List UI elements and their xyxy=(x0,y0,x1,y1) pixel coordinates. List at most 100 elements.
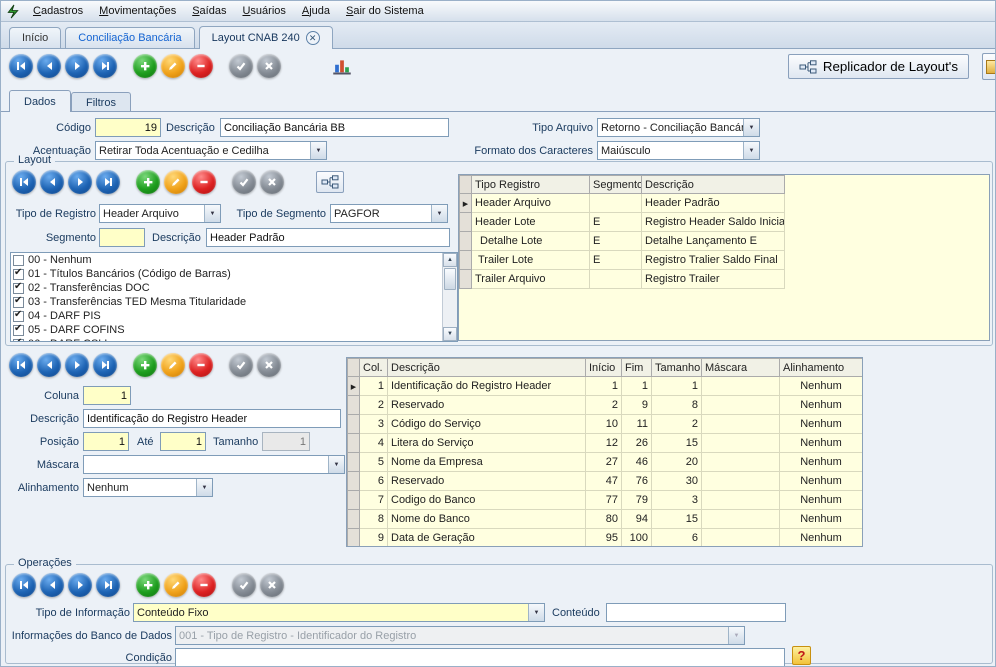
replicador-layouts-button[interactable]: Replicador de Layout's xyxy=(788,54,969,79)
formato-dropdown-icon[interactable] xyxy=(743,142,759,159)
alinhamento-dropdown-icon[interactable] xyxy=(196,479,212,496)
table-row[interactable]: Trailer LoteERegistro Tralier Saldo Fina… xyxy=(460,251,785,270)
main-edit-button[interactable] xyxy=(161,54,185,78)
checkbox[interactable] xyxy=(13,269,24,280)
codigo-input[interactable] xyxy=(95,118,161,137)
columns-edit-button[interactable] xyxy=(161,353,185,377)
tipo-arquivo-combo[interactable]: Retorno - Conciliação Bancária xyxy=(597,118,760,137)
checkbox[interactable] xyxy=(13,339,24,343)
mascara-dropdown-icon[interactable] xyxy=(328,456,344,473)
tipo-segmento-combo[interactable]: PAGFOR xyxy=(330,204,448,223)
layout-edit-button[interactable] xyxy=(164,170,188,194)
checkbox[interactable] xyxy=(13,297,24,308)
partial-button[interactable] xyxy=(982,53,995,80)
menu-ajuda[interactable]: Ajuda xyxy=(294,3,338,19)
table-row[interactable]: 2Reservado298Nenhum xyxy=(348,396,863,415)
tab-conciliacao-bancaria[interactable]: Conciliação Bancária xyxy=(65,27,194,48)
column-header[interactable]: Fim xyxy=(622,359,652,377)
help-button[interactable]: ? xyxy=(792,646,811,665)
tipo-informacao-dropdown-icon[interactable] xyxy=(528,604,544,621)
formato-caracteres-combo[interactable]: Maiúsculo xyxy=(597,141,760,160)
menu-cadastros[interactable]: Cadastros xyxy=(25,3,91,19)
scroll-up-icon[interactable] xyxy=(443,253,457,267)
operacoes-edit-button[interactable] xyxy=(164,573,188,597)
list-item[interactable]: 04 - DARF PIS xyxy=(11,309,457,323)
table-row[interactable]: 1Identificação do Registro Header111Nenh… xyxy=(348,377,863,396)
table-row[interactable]: Trailer ArquivoRegistro Trailer xyxy=(460,270,785,289)
checkbox[interactable] xyxy=(13,283,24,294)
operacoes-nav-first-button[interactable] xyxy=(12,573,36,597)
main-nav-last-button[interactable] xyxy=(93,54,117,78)
menu-usuarios[interactable]: Usuários xyxy=(234,3,293,19)
list-item[interactable]: 01 - Títulos Bancários (Código de Barras… xyxy=(11,267,457,281)
columns-nav-first-button[interactable] xyxy=(9,353,33,377)
checkbox-list-scrollbar[interactable] xyxy=(442,253,457,341)
alinhamento-combo[interactable]: Nenhum xyxy=(83,478,213,497)
col-descricao-input[interactable] xyxy=(83,409,341,428)
main-confirm-button[interactable] xyxy=(229,54,253,78)
column-header[interactable]: Segmento xyxy=(590,176,642,194)
scroll-down-icon[interactable] xyxy=(443,327,457,341)
main-nav-next-button[interactable] xyxy=(65,54,89,78)
columns-nav-next-button[interactable] xyxy=(65,353,89,377)
table-row[interactable]: 8Nome do Banco809415Nenhum xyxy=(348,510,863,529)
layout-cancel-button[interactable] xyxy=(260,170,284,194)
tab-inicio[interactable]: Início xyxy=(9,27,61,48)
layout-replicate-button[interactable] xyxy=(316,171,344,193)
tipo-segmento-dropdown-icon[interactable] xyxy=(431,205,447,222)
columns-delete-button[interactable] xyxy=(189,353,213,377)
column-header[interactable]: Alinhamento xyxy=(780,359,863,377)
operacoes-delete-button[interactable] xyxy=(192,573,216,597)
mascara-combo[interactable] xyxy=(83,455,345,474)
checkbox[interactable] xyxy=(13,325,24,336)
columns-nav-last-button[interactable] xyxy=(93,353,117,377)
menu-movimentacoes[interactable]: Movimentações xyxy=(91,3,184,19)
list-item[interactable]: 06 - DARF CSLL xyxy=(11,337,457,342)
posicao-input[interactable] xyxy=(83,432,129,451)
tipo-arquivo-dropdown-icon[interactable] xyxy=(743,119,759,136)
table-row[interactable]: 9Data de Geração951006Nenhum xyxy=(348,529,863,548)
list-item[interactable]: 00 - Nenhum xyxy=(11,253,457,267)
operacoes-confirm-button[interactable] xyxy=(232,573,256,597)
columns-confirm-button[interactable] xyxy=(229,353,253,377)
layout-delete-button[interactable] xyxy=(192,170,216,194)
column-header[interactable]: Início xyxy=(586,359,622,377)
main-nav-prev-button[interactable] xyxy=(37,54,61,78)
operacoes-add-button[interactable] xyxy=(136,573,160,597)
page-tab-dados[interactable]: Dados xyxy=(9,90,71,112)
operacoes-nav-next-button[interactable] xyxy=(68,573,92,597)
main-add-button[interactable] xyxy=(133,54,157,78)
tipo-registro-combo[interactable]: Header Arquivo xyxy=(99,204,221,223)
list-item[interactable]: 05 - DARF COFINS xyxy=(11,323,457,337)
table-row[interactable]: Detalhe LoteEDetalhe Lançamento E xyxy=(460,232,785,251)
acentuacao-combo[interactable]: Retirar Toda Acentuação e Cedilha xyxy=(95,141,327,160)
main-nav-first-button[interactable] xyxy=(9,54,33,78)
table-row[interactable]: 6Reservado477630Nenhum xyxy=(348,472,863,491)
chart-icon[interactable] xyxy=(329,54,355,78)
segmento-input[interactable] xyxy=(99,228,145,247)
table-row[interactable]: 5Nome da Empresa274620Nenhum xyxy=(348,453,863,472)
operacoes-nav-last-button[interactable] xyxy=(96,573,120,597)
layout-nav-next-button[interactable] xyxy=(68,170,92,194)
ate-input[interactable] xyxy=(160,432,206,451)
column-header[interactable]: Descrição xyxy=(642,176,785,194)
table-row[interactable]: Header LoteERegistro Header Saldo Inicia xyxy=(460,213,785,232)
layout-nav-prev-button[interactable] xyxy=(40,170,64,194)
layout-nav-first-button[interactable] xyxy=(12,170,36,194)
main-cancel-button[interactable] xyxy=(257,54,281,78)
column-header[interactable]: Col. xyxy=(360,359,388,377)
list-item[interactable]: 02 - Transferências DOC xyxy=(11,281,457,295)
menu-saidas[interactable]: Saídas xyxy=(184,3,234,19)
tipo-informacao-combo[interactable]: Conteúdo Fixo xyxy=(133,603,545,622)
column-header[interactable]: Tipo Registro xyxy=(472,176,590,194)
checkbox[interactable] xyxy=(13,311,24,322)
scroll-thumb[interactable] xyxy=(444,268,456,290)
coluna-input[interactable] xyxy=(83,386,131,405)
columns-nav-prev-button[interactable] xyxy=(37,353,61,377)
table-row[interactable]: 7Codigo do Banco77793Nenhum xyxy=(348,491,863,510)
condicao-input[interactable] xyxy=(175,648,785,667)
operacoes-cancel-button[interactable] xyxy=(260,573,284,597)
column-header[interactable]: Descrição xyxy=(388,359,586,377)
layout-descricao-input[interactable] xyxy=(206,228,450,247)
columns-cancel-button[interactable] xyxy=(257,353,281,377)
